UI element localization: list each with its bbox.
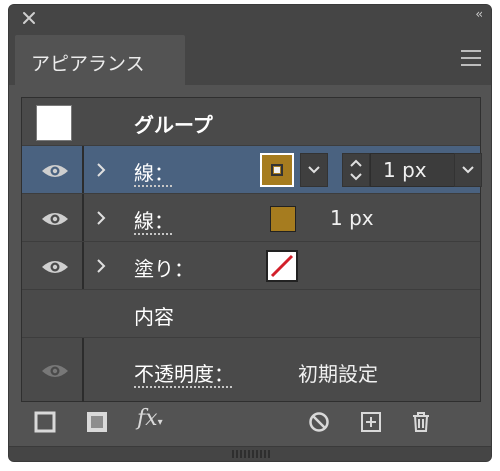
grip-icon: [232, 450, 270, 458]
eye-icon[interactable]: [40, 258, 70, 276]
fill-row[interactable]: 塗り：: [22, 242, 480, 290]
panel-menu-icon[interactable]: [461, 50, 481, 66]
chevron-right-icon[interactable]: [94, 160, 108, 180]
group-title: グループ: [134, 113, 213, 137]
opacity-row[interactable]: 不透明度： 初期設定: [22, 338, 480, 402]
stroke-row-2[interactable]: 線： 1 px: [22, 194, 480, 242]
stroke-color-swatch[interactable]: [270, 206, 296, 232]
stroke-color-dropdown[interactable]: [300, 153, 328, 187]
stroke-weight-dropdown[interactable]: [454, 153, 482, 187]
trash-icon[interactable]: [409, 410, 433, 434]
add-fill-icon[interactable]: [85, 410, 109, 434]
chevron-down-icon: [308, 166, 320, 174]
eye-icon: [42, 365, 68, 377]
tab-appearance-label: アピアランス: [31, 53, 145, 75]
row-divider: [82, 242, 84, 289]
add-stroke-icon[interactable]: [33, 410, 57, 434]
fx-icon[interactable]: fx▾: [137, 406, 171, 431]
row-divider: [82, 194, 84, 241]
chevron-right-icon[interactable]: [94, 208, 108, 228]
duplicate-item-icon[interactable]: [359, 410, 383, 434]
fill-none-swatch[interactable]: [266, 250, 298, 282]
row-divider: [82, 146, 84, 193]
opacity-value: 初期設定: [298, 362, 378, 386]
opacity-label[interactable]: 不透明度：: [134, 358, 234, 387]
row-divider: [82, 338, 84, 402]
eye-icon[interactable]: [40, 210, 70, 228]
appearance-list: グループ 線： 1 px 線： 1 px 塗り： 内容 不透明度： 初期設定: [21, 97, 482, 402]
stroke-row-1[interactable]: 線： 1 px: [22, 146, 482, 194]
none-color-icon: [270, 254, 294, 278]
stroke-label[interactable]: 線：: [134, 205, 174, 234]
stroke-label[interactable]: 線：: [134, 157, 174, 186]
appearance-panel: ‹‹ アピアランス グループ 線： 1 px 線： 1 px 塗り： 内容 不透…: [8, 4, 492, 462]
contents-row[interactable]: 内容: [22, 290, 480, 338]
group-thumbnail: [36, 105, 72, 141]
eye-icon[interactable]: [40, 162, 70, 180]
stroke-weight-value: 1 px: [330, 206, 374, 230]
chevron-right-icon[interactable]: [94, 256, 108, 276]
contents-label: 内容: [134, 305, 174, 329]
group-row[interactable]: グループ: [22, 98, 480, 146]
stroke-color-swatch[interactable]: [260, 153, 294, 187]
resize-grip[interactable]: [9, 446, 491, 461]
chevron-down-icon: [462, 166, 474, 174]
fx-label: fx: [137, 406, 158, 431]
tab-appearance[interactable]: アピアランス: [15, 35, 185, 85]
stroke-weight-input[interactable]: 1 px: [370, 153, 460, 187]
close-icon[interactable]: [19, 8, 39, 28]
fill-label[interactable]: 塗り：: [134, 253, 194, 282]
clear-appearance-icon[interactable]: [307, 410, 331, 434]
stroke-weight-spinner[interactable]: [342, 153, 370, 187]
collapse-icon[interactable]: ‹‹: [475, 7, 482, 21]
panel-titlebar: ‹‹: [9, 5, 491, 31]
stroke-weight-value: 1 px: [383, 158, 427, 182]
spinner-icon: [350, 159, 362, 181]
tab-bar: アピアランス: [9, 31, 491, 85]
panel-footer: fx▾: [9, 402, 491, 442]
